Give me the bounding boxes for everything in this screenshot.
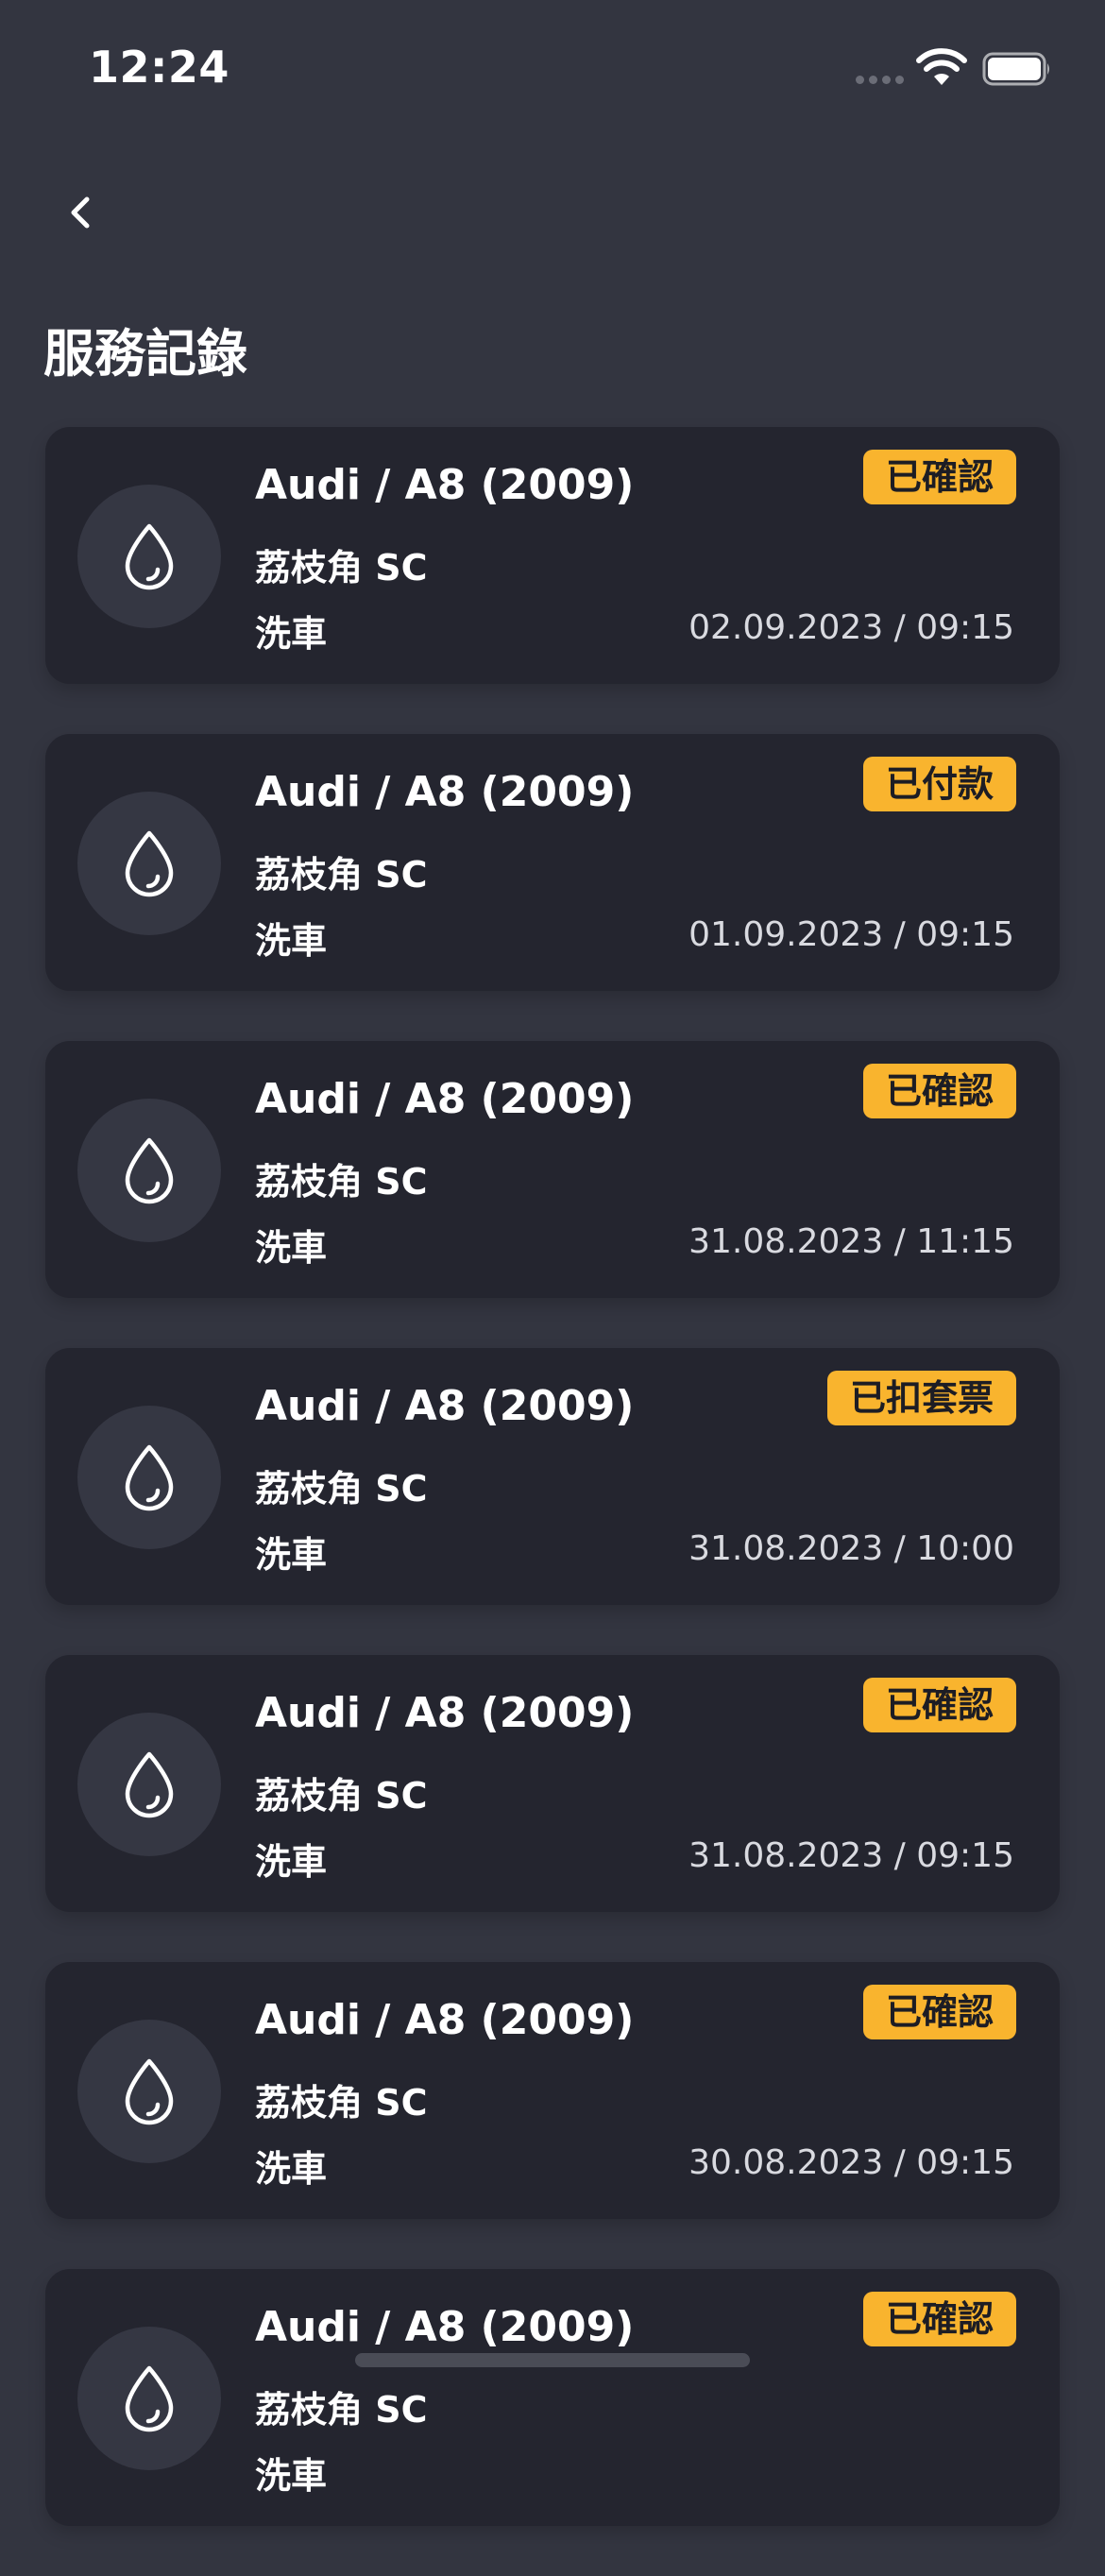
service-record-card[interactable]: Audi / A8 (2009) 荔枝角 SC 洗車 30.08.2023 / … xyxy=(45,1962,1060,2219)
record-location: 荔枝角 SC xyxy=(255,1775,428,1817)
record-location: 荔枝角 SC xyxy=(255,547,428,589)
service-record-card[interactable]: Audi / A8 (2009) 荔枝角 SC 洗車 31.08.2023 / … xyxy=(45,1041,1060,1298)
status-badge: 已確認 xyxy=(862,1985,1016,2039)
record-location: 荔枝角 SC xyxy=(255,854,428,896)
record-datetime: 31.08.2023 / 10:00 xyxy=(688,1529,1014,1568)
service-record-card[interactable]: Audi / A8 (2009) 荔枝角 SC 洗車 已確認 xyxy=(45,2269,1060,2526)
status-badge: 已確認 xyxy=(862,1064,1016,1118)
chevron-left-icon xyxy=(71,196,90,229)
record-location: 荔枝角 SC xyxy=(255,2389,428,2431)
record-datetime: 31.08.2023 / 09:15 xyxy=(688,1836,1014,1875)
record-service-type: 洗車 xyxy=(255,1841,328,1883)
record-datetime: 01.09.2023 / 09:15 xyxy=(688,915,1014,954)
record-vehicle: Audi / A8 (2009) xyxy=(255,768,635,816)
water-drop-icon xyxy=(125,1444,174,1511)
back-button[interactable] xyxy=(47,179,113,246)
service-icon-circle xyxy=(77,2020,221,2163)
status-badge: 已扣套票 xyxy=(826,1371,1016,1425)
service-record-list: Audi / A8 (2009) 荔枝角 SC 洗車 02.09.2023 / … xyxy=(45,427,1060,2576)
record-service-type: 洗車 xyxy=(255,1534,328,1576)
status-badge: 已確認 xyxy=(862,450,1016,504)
status-badge: 已付款 xyxy=(862,757,1016,811)
water-drop-icon xyxy=(125,2058,174,2125)
record-location: 荔枝角 SC xyxy=(255,2082,428,2124)
service-record-card[interactable]: Audi / A8 (2009) 荔枝角 SC 洗車 31.08.2023 / … xyxy=(45,1348,1060,1605)
service-icon-circle xyxy=(77,2327,221,2470)
water-drop-icon xyxy=(125,2365,174,2432)
status-bar: 12:24 xyxy=(0,0,1105,142)
service-icon-circle xyxy=(77,792,221,935)
record-datetime: 02.09.2023 / 09:15 xyxy=(688,608,1014,647)
record-service-type: 洗車 xyxy=(255,1227,328,1269)
record-datetime: 30.08.2023 / 09:15 xyxy=(688,2143,1014,2182)
status-time: 12:24 xyxy=(89,42,230,93)
record-vehicle: Audi / A8 (2009) xyxy=(255,1996,635,2044)
record-location: 荔枝角 SC xyxy=(255,1468,428,1510)
record-service-type: 洗車 xyxy=(255,2148,328,2190)
service-icon-circle xyxy=(77,1406,221,1549)
page-title: 服務記錄 xyxy=(43,324,247,384)
home-indicator xyxy=(355,2353,750,2367)
record-service-type: 洗車 xyxy=(255,920,328,962)
water-drop-icon xyxy=(125,830,174,897)
service-record-card[interactable]: Audi / A8 (2009) 荔枝角 SC 洗車 02.09.2023 / … xyxy=(45,427,1060,684)
water-drop-icon xyxy=(125,1751,174,1818)
wifi-icon xyxy=(916,48,967,85)
battery-icon xyxy=(982,52,1049,86)
record-vehicle: Audi / A8 (2009) xyxy=(255,1382,635,1430)
record-vehicle: Audi / A8 (2009) xyxy=(255,461,635,509)
record-service-type: 洗車 xyxy=(255,613,328,655)
record-vehicle: Audi / A8 (2009) xyxy=(255,2303,635,2351)
service-record-card[interactable]: Audi / A8 (2009) 荔枝角 SC 洗車 01.09.2023 / … xyxy=(45,734,1060,991)
water-drop-icon xyxy=(125,523,174,590)
record-service-type: 洗車 xyxy=(255,2455,328,2497)
cellular-signal-icon xyxy=(856,76,904,84)
record-datetime: 31.08.2023 / 11:15 xyxy=(688,1222,1014,1261)
service-record-card[interactable]: Audi / A8 (2009) 荔枝角 SC 洗車 31.08.2023 / … xyxy=(45,1655,1060,1912)
status-badge: 已確認 xyxy=(862,1678,1016,1732)
record-location: 荔枝角 SC xyxy=(255,1161,428,1203)
record-vehicle: Audi / A8 (2009) xyxy=(255,1075,635,1123)
service-icon-circle xyxy=(77,485,221,628)
record-vehicle: Audi / A8 (2009) xyxy=(255,1689,635,1737)
service-icon-circle xyxy=(77,1713,221,1856)
water-drop-icon xyxy=(125,1137,174,1204)
service-icon-circle xyxy=(77,1099,221,1242)
status-badge: 已確認 xyxy=(862,2292,1016,2346)
